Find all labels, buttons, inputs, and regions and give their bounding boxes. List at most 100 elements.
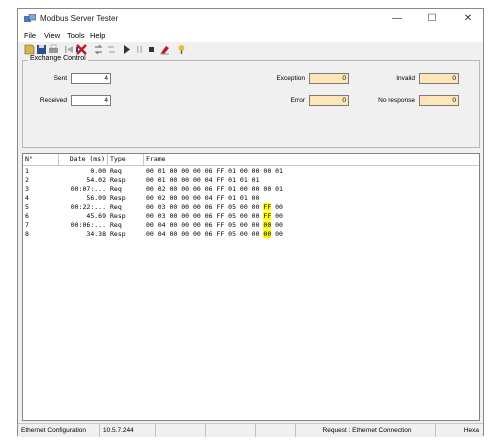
column-header-frame[interactable]: Frame: [144, 154, 479, 165]
row-number: 6: [25, 212, 29, 220]
app-window: Modbus Server Tester — ☐ ✕ File View Too…: [17, 8, 484, 437]
frame-tail: 00: [271, 203, 283, 211]
menu-file[interactable]: File: [24, 31, 36, 40]
disconnect-icon[interactable]: [106, 44, 117, 55]
status-empty-2: [206, 424, 256, 437]
menu-view[interactable]: View: [44, 31, 60, 40]
frame-tail: 00: [271, 212, 283, 220]
table-row[interactable]: 7 00:06:... Req 00 04 00 00 00 06 FF 05 …: [23, 221, 479, 230]
frames-table[interactable]: N° Date (ms) Type Frame 1 0.00 Req 00 01…: [22, 153, 480, 421]
status-config: Ethernet Configuration: [18, 424, 100, 437]
frame-bytes: 00 03 00 00 00 06 FF 05 00 00: [146, 212, 264, 220]
status-empty-3: [256, 424, 296, 437]
row-number: 4: [25, 194, 29, 202]
row-type: Resp: [110, 230, 126, 238]
table-row[interactable]: 4 56.09 Resp 00 02 00 00 00 04 FF 01 01 …: [23, 194, 479, 203]
menu-help[interactable]: Help: [90, 31, 105, 40]
row-number: 2: [25, 176, 29, 184]
frame-bytes: 00 03 00 00 00 06 FF 05 00 00: [146, 203, 264, 211]
row-frame: 00 01 00 00 00 06 FF 01 00 00 00 01: [146, 167, 283, 175]
error-counter: 0: [309, 95, 349, 106]
row-date: 0.00: [90, 167, 106, 175]
table-row[interactable]: 1 0.00 Req 00 01 00 00 00 06 FF 01 00 00…: [23, 167, 479, 176]
row-number: 1: [25, 167, 29, 175]
toolbar: [18, 42, 483, 58]
received-counter: 4: [71, 95, 111, 106]
table-row[interactable]: 3 00:07:... Req 00 02 00 00 00 06 FF 01 …: [23, 185, 479, 194]
row-frame: 00 02 00 00 00 06 FF 01 00 00 00 01: [146, 185, 283, 193]
row-number: 5: [25, 203, 29, 211]
table-row[interactable]: 6 45.69 Resp 00 03 00 00 00 06 FF 05 00 …: [23, 212, 479, 221]
table-row[interactable]: 8 34.38 Resp 00 04 00 00 00 06 FF 05 00 …: [23, 230, 479, 239]
frame-tail: 00: [271, 230, 283, 238]
row-type: Resp: [110, 194, 126, 202]
menu-bar: File View Tools Help: [18, 29, 483, 42]
status-mode: Request : Ethernet Connection: [296, 424, 436, 437]
minimize-button[interactable]: —: [383, 11, 411, 27]
close-button[interactable]: ✕: [454, 11, 482, 27]
exchange-control-group: Exchange Control Sent 4 Received 4 Excep…: [22, 55, 480, 148]
sent-label: Sent: [53, 75, 67, 82]
erase-icon[interactable]: [159, 44, 170, 55]
row-date: 00:22:...: [70, 203, 106, 211]
exception-label: Exception: [276, 75, 305, 82]
frame-tail: 00: [271, 221, 283, 229]
column-header-number[interactable]: N°: [23, 154, 59, 165]
row-frame: 00 04 00 00 00 06 FF 05 00 00 00 00: [146, 221, 283, 230]
sent-counter: 4: [71, 73, 111, 84]
status-bar: Ethernet Configuration 10.5.7.244 Reques…: [18, 423, 483, 437]
step-back-icon[interactable]: [64, 44, 75, 55]
table-row[interactable]: 5 00:22:... Req 00 03 00 00 00 06 FF 05 …: [23, 203, 479, 212]
row-type: Resp: [110, 212, 126, 220]
stop-square-icon[interactable]: [146, 44, 157, 55]
row-frame: 00 01 00 00 00 04 FF 01 01 01: [146, 176, 260, 184]
row-type: Req: [110, 203, 122, 211]
row-frame: 00 03 00 00 00 06 FF 05 00 00 FF 00: [146, 203, 283, 212]
invalid-label: Invalid: [396, 75, 415, 82]
no-response-label: No response: [378, 97, 415, 104]
row-date: 54.02: [86, 176, 106, 184]
maximize-button[interactable]: ☐: [418, 11, 446, 27]
status-keys: Hexa: [463, 427, 479, 434]
status-ip: 10.5.7.244: [100, 424, 156, 437]
frame-bytes: 00 04 00 00 00 06 FF 05 00 00: [146, 221, 264, 229]
stop-icon[interactable]: [76, 44, 87, 55]
menu-tools[interactable]: Tools: [67, 31, 85, 40]
row-type: Resp: [110, 176, 126, 184]
app-icon: [24, 14, 36, 22]
exception-counter: 0: [309, 73, 349, 84]
error-label: Error: [290, 97, 305, 104]
invalid-counter: 0: [419, 73, 459, 84]
frame-bytes: 00 04 00 00 00 06 FF 05 00 00: [146, 230, 264, 238]
no-response-counter: 0: [419, 95, 459, 106]
window-title: Modbus Server Tester: [40, 14, 119, 23]
row-frame: 00 04 00 00 00 06 FF 05 00 00 00 00: [146, 230, 283, 239]
connect-icon[interactable]: [93, 44, 104, 55]
status-empty-1: [156, 424, 206, 437]
row-date: 45.69: [86, 212, 106, 220]
row-date: 00:06:...: [70, 221, 106, 229]
row-number: 3: [25, 185, 29, 193]
play-icon[interactable]: [121, 44, 132, 55]
row-date: 00:07:...: [70, 185, 106, 193]
help-icon[interactable]: [176, 44, 187, 55]
row-frame: 00 03 00 00 00 06 FF 05 00 00 FF 00: [146, 212, 283, 221]
column-header-date[interactable]: Date (ms): [59, 154, 108, 165]
row-date: 56.09: [86, 194, 106, 202]
row-type: Req: [110, 167, 122, 175]
save-icon[interactable]: [36, 44, 47, 55]
title-bar: Modbus Server Tester — ☐ ✕: [18, 9, 483, 29]
column-header-type[interactable]: Type: [108, 154, 144, 165]
pause-icon[interactable]: [134, 44, 145, 55]
row-number: 7: [25, 221, 29, 229]
print-icon[interactable]: [48, 44, 59, 55]
table-row[interactable]: 2 54.02 Resp 00 01 00 00 00 04 FF 01 01 …: [23, 176, 479, 185]
table-header: N° Date (ms) Type Frame: [23, 154, 479, 166]
exchange-control-label: Exchange Control: [28, 55, 88, 62]
row-number: 8: [25, 230, 29, 238]
row-type: Req: [110, 185, 122, 193]
row-type: Req: [110, 221, 122, 229]
received-label: Received: [39, 97, 67, 104]
row-date: 34.38: [86, 230, 106, 238]
new-icon[interactable]: [24, 44, 35, 55]
